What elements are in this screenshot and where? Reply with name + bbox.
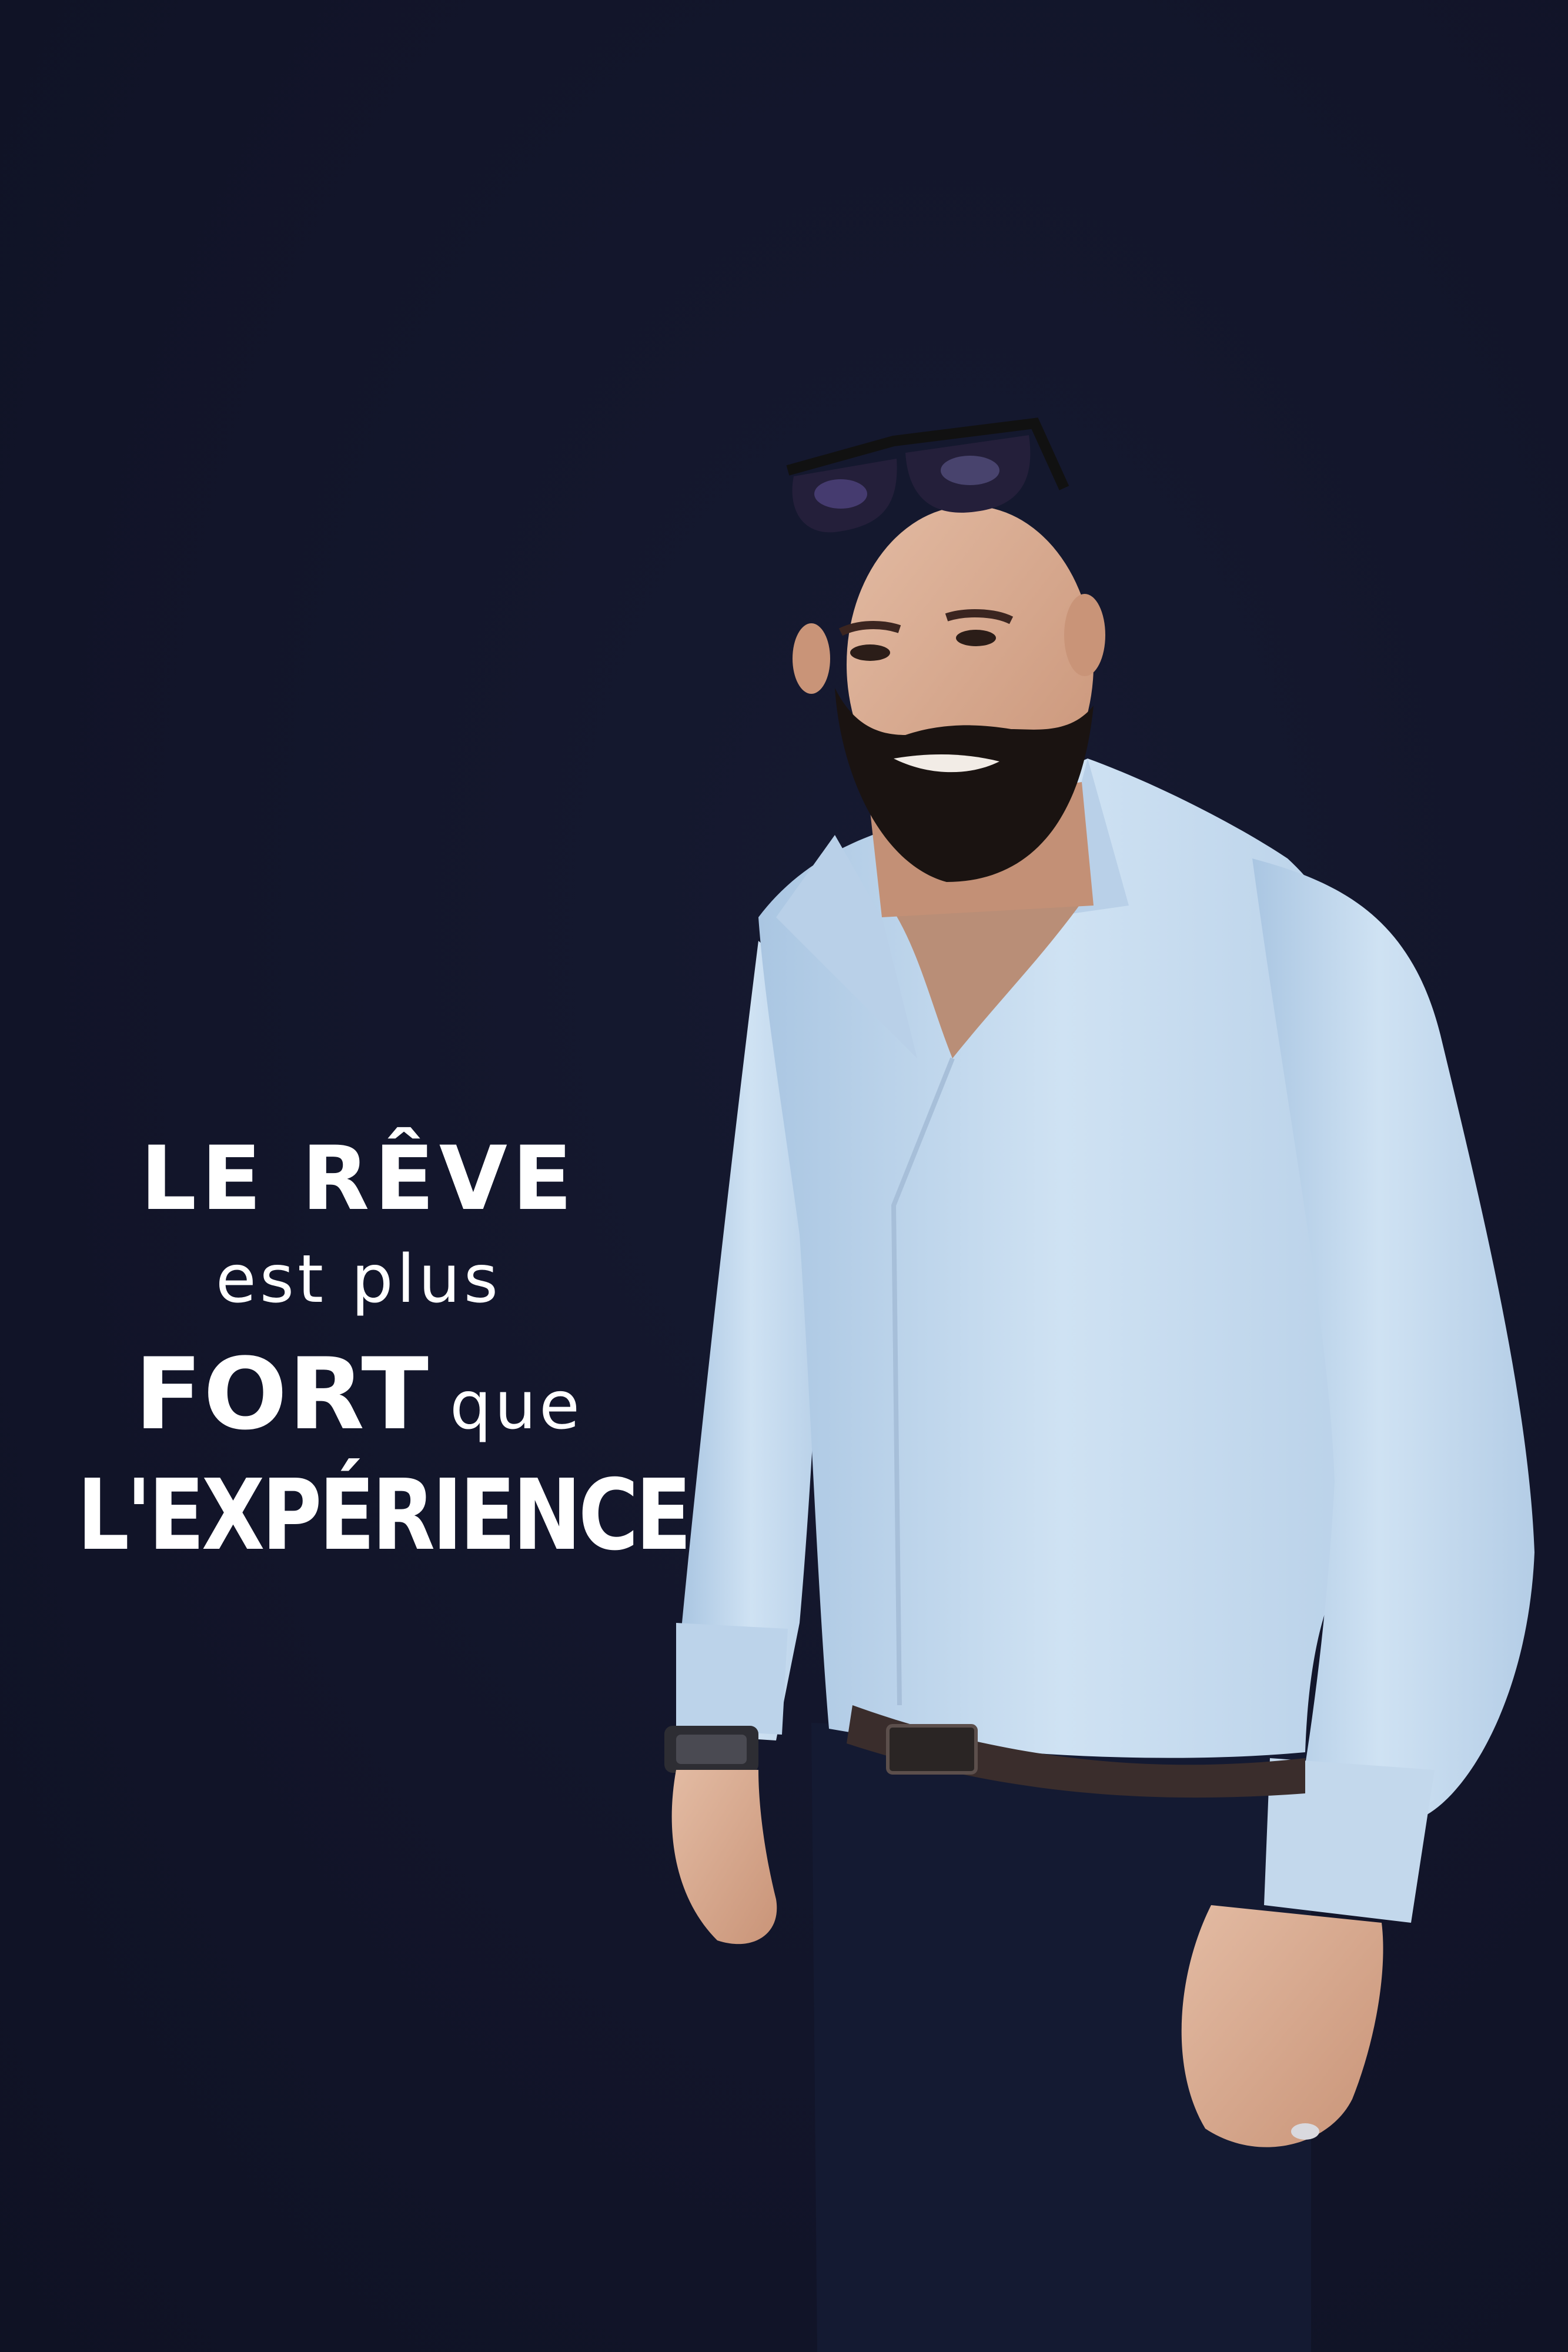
ear: [1064, 594, 1105, 676]
quote-line-1: LE RÊVE: [140, 1128, 577, 1230]
left-hand: [671, 1770, 777, 1945]
quote-text-block: LE RÊVE est plus FORT que L'EXPÉRIENCE: [24, 1135, 694, 1565]
quote-line-4: L'EXPÉRIENCE: [77, 1459, 691, 1572]
quote-line-2: est plus: [215, 1241, 502, 1318]
quote-line-3: FORT que: [24, 1345, 694, 1444]
left-eye: [850, 644, 890, 661]
right-hand: [1181, 1905, 1383, 2147]
belt-buckle-icon: [886, 1724, 978, 1775]
right-eye: [956, 630, 996, 646]
left-cuff: [676, 1623, 788, 1735]
quote-line-3-light: que: [450, 1368, 583, 1444]
poster: LE RÊVE est plus FORT que L'EXPÉRIENCE: [0, 0, 1568, 2352]
ring-icon: [1291, 2123, 1319, 2140]
quote-line-3-bold: FORT: [135, 1337, 430, 1452]
sunglasses-icon: [786, 417, 1069, 533]
